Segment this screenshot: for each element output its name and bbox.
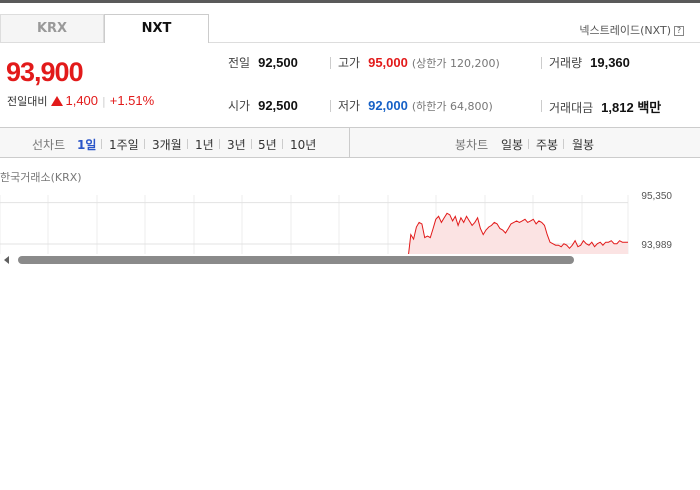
period-10y[interactable]: 10년	[290, 136, 316, 153]
scrollbar-thumb[interactable]	[18, 256, 574, 264]
change-label: 전일대비	[7, 95, 48, 108]
period-separator	[101, 139, 102, 149]
period-1w[interactable]: 1주일	[109, 136, 139, 153]
line-chart-periods: 선차트 1일 1주일 3개월 1년 3년 5년 10년	[0, 128, 350, 157]
stat-prev-close: 전일 92,500	[228, 54, 298, 71]
period-separator	[144, 139, 145, 149]
stat-lower-limit: (하한가 64,800)	[411, 100, 493, 113]
stat-high-label: 고가	[338, 56, 361, 70]
tabs-divider	[209, 42, 700, 43]
stat-open: 시가 92,500	[228, 97, 298, 114]
stat-low-label: 저가	[338, 99, 361, 113]
period-separator	[251, 139, 252, 149]
period-3m[interactable]: 3개월	[152, 136, 182, 153]
tab-nxt[interactable]: NXT	[104, 14, 209, 43]
y-tick-label: 95,350	[641, 191, 672, 202]
candle-weekly[interactable]: 주봉	[536, 136, 558, 153]
stat-low: 저가 92,000 (하한가 64,800)	[338, 97, 493, 114]
stat-open-value: 92,500	[258, 98, 298, 113]
candle-monthly[interactable]: 월봉	[572, 136, 594, 153]
period-separator	[528, 139, 529, 149]
stat-upper-limit: (상한가 120,200)	[411, 57, 500, 70]
stat-high-value: 95,000	[368, 55, 408, 70]
period-separator	[282, 139, 283, 149]
stat-amount: 거래대금 1,812 백만	[549, 97, 661, 116]
period-1y[interactable]: 1년	[195, 136, 214, 153]
help-icon[interactable]: ?	[674, 26, 684, 36]
price-change: 전일대비 1,400 | +1.51%	[7, 93, 154, 109]
tab-krx[interactable]: KRX	[0, 14, 104, 43]
chart-horizontal-scrollbar[interactable]	[0, 254, 700, 265]
stat-separator	[541, 100, 542, 112]
market-name-label: 넥스트레이드(NXT)	[579, 24, 671, 37]
triangle-up-icon	[51, 96, 64, 106]
current-price: 93,900	[6, 57, 84, 87]
period-1d[interactable]: 1일	[77, 136, 96, 153]
stat-separator	[541, 57, 542, 69]
period-5y[interactable]: 5년	[258, 136, 277, 153]
stat-prev-close-value: 92,500	[258, 55, 298, 70]
period-separator	[187, 139, 188, 149]
stat-amount-label: 거래대금	[549, 101, 594, 115]
line-chart-label: 선차트	[32, 138, 66, 152]
candle-chart-label: 봉차트	[455, 138, 489, 152]
stat-high: 고가 95,000 (상한가 120,200)	[338, 54, 500, 71]
candle-daily[interactable]: 일봉	[501, 136, 523, 153]
stat-amount-value: 1,812 백만	[601, 100, 662, 115]
stat-separator	[330, 57, 331, 69]
period-3y[interactable]: 3년	[227, 136, 246, 153]
stock-price-widget: KRX NXT 넥스트레이드(NXT)? 93,900 전일대비 1,400 | +1…	[0, 3, 700, 265]
intraday-price-chart	[0, 195, 629, 265]
period-separator	[563, 139, 564, 149]
stat-volume: 거래량 19,360	[549, 54, 630, 71]
y-tick-label: 93,989	[641, 240, 672, 251]
stat-low-value: 92,000	[368, 98, 408, 113]
scroll-left-arrow-icon[interactable]	[4, 256, 9, 264]
chart-period-bar: 선차트 1일 1주일 3개월 1년 3년 5년 10년 봉차트 일봉 주봉 월봉	[0, 127, 700, 158]
stat-volume-label: 거래량	[549, 56, 583, 70]
stat-prev-close-label: 전일	[228, 56, 251, 70]
stat-open-label: 시가	[228, 99, 251, 113]
period-separator	[219, 139, 220, 149]
market-name: 넥스트레이드(NXT)?	[579, 22, 684, 38]
market-tabs: KRX NXT 넥스트레이드(NXT)?	[0, 14, 700, 43]
change-rate: +1.51%	[109, 93, 155, 108]
change-value: 1,400	[65, 93, 99, 108]
stat-volume-value: 19,360	[590, 55, 630, 70]
change-separator: |	[102, 95, 106, 108]
stat-separator	[330, 100, 331, 112]
